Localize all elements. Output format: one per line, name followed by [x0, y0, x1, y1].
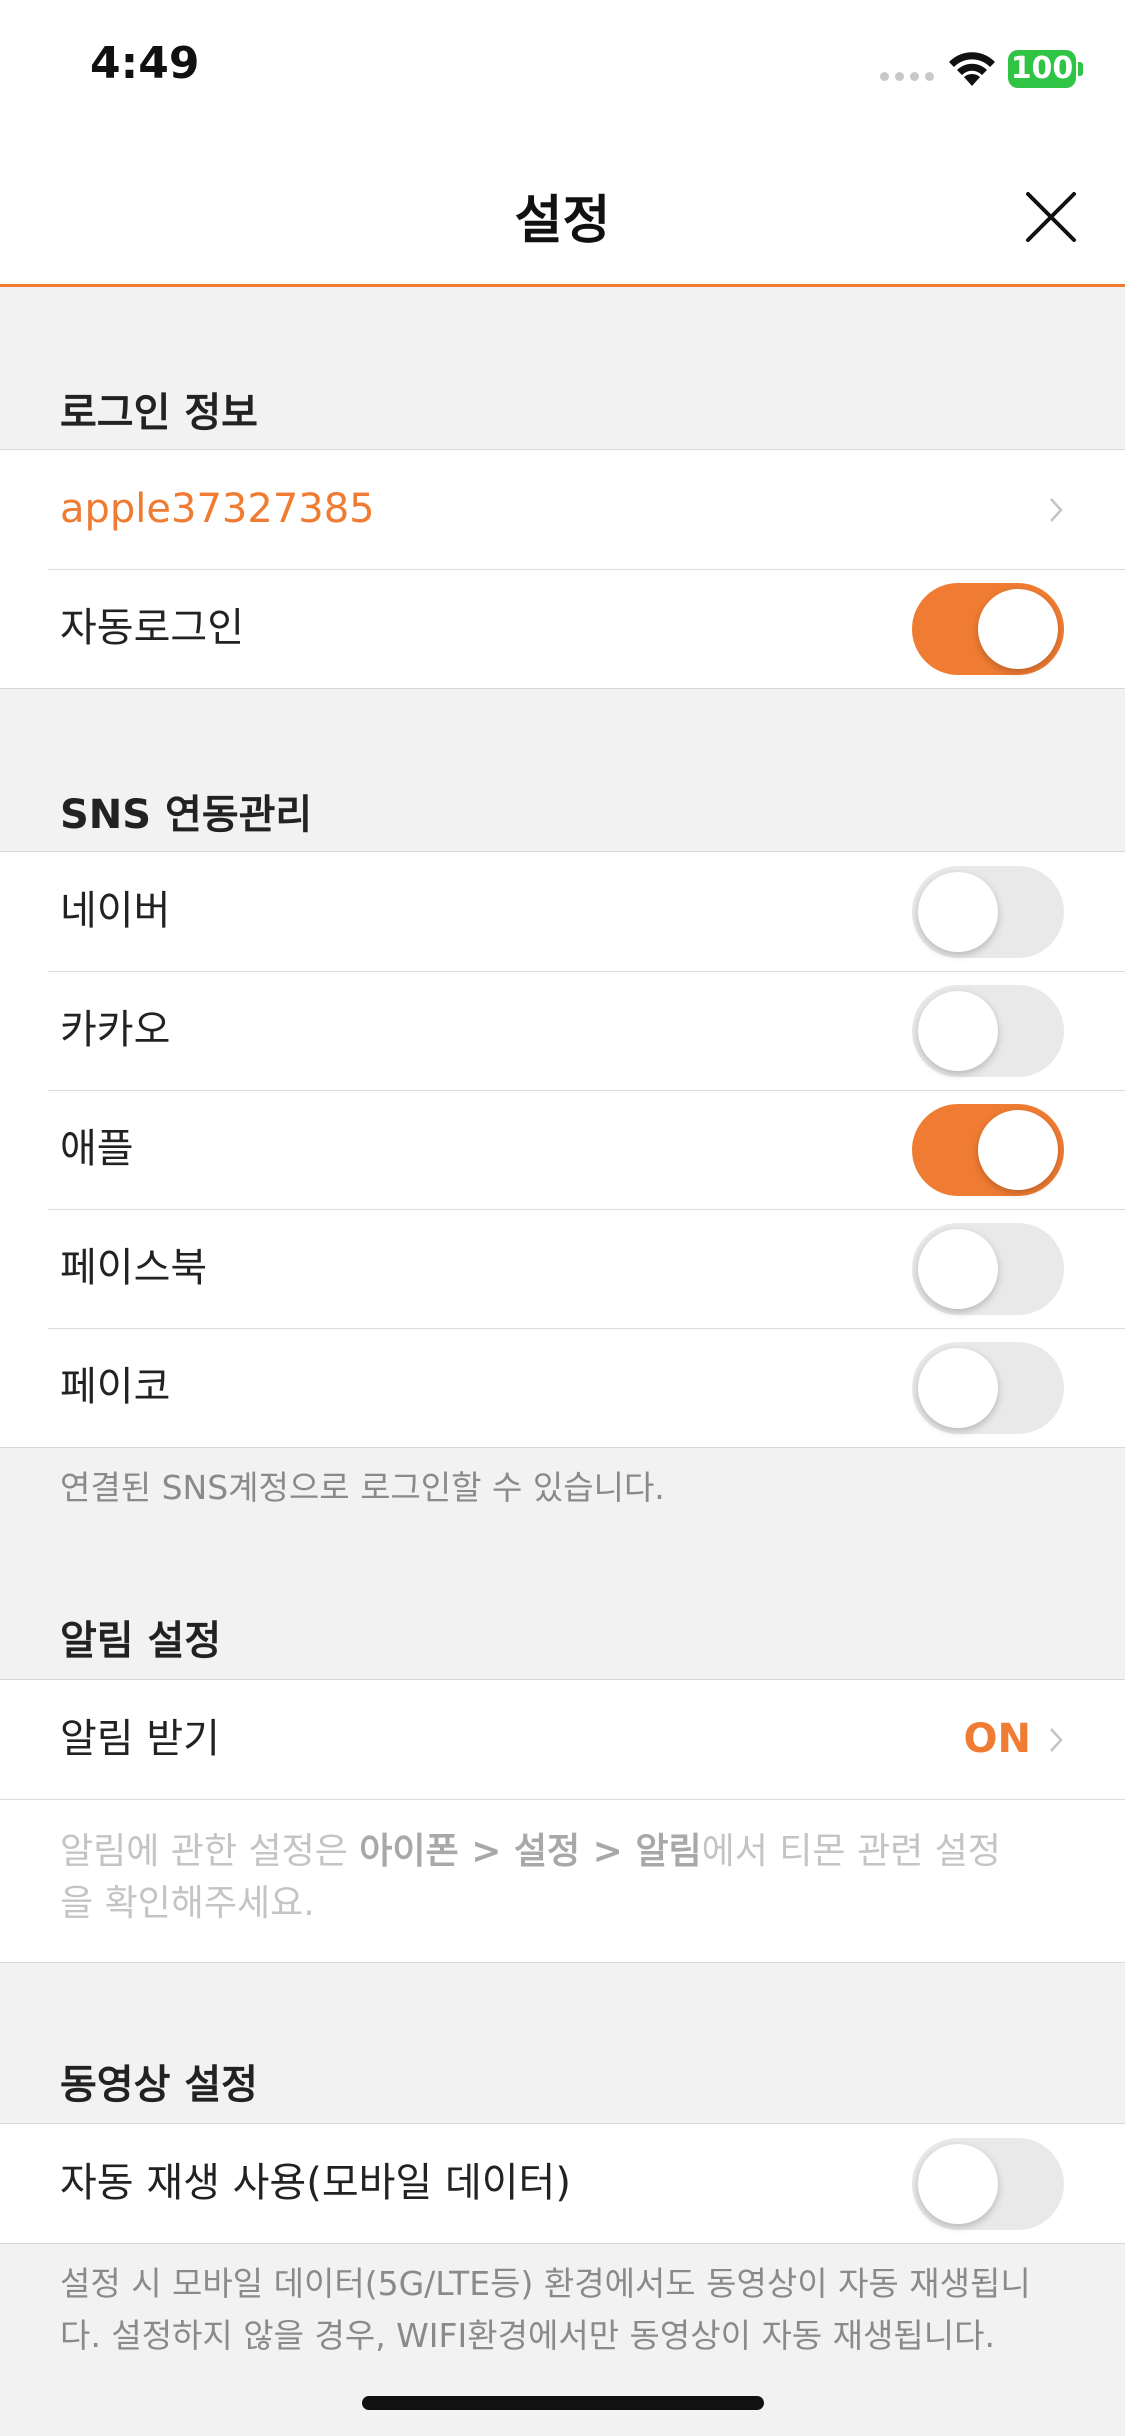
section-header-video: 동영상 설정 — [60, 2062, 258, 2108]
sns-label: 애플 — [60, 1126, 134, 1172]
home-indicator — [362, 2396, 764, 2410]
sns-label: 페이스북 — [60, 1245, 208, 1291]
sns-note: 연결된 SNS계정으로 로그인할 수 있습니다. — [60, 1468, 665, 1507]
toggle-knob — [918, 991, 998, 1071]
sns-row-facebook: 페이스북 — [0, 1209, 1125, 1328]
notification-note: 알림에 관한 설정은 아이폰 > 설정 > 알림에서 티몬 관련 설정을 확인해… — [60, 1831, 1001, 1924]
autoplay-label: 자동 재생 사용(모바일 데이터) — [60, 2160, 571, 2206]
wifi-icon — [949, 52, 995, 86]
sns-naver-toggle[interactable] — [912, 866, 1064, 958]
battery-icon: 100 — [1008, 50, 1076, 88]
page-title: 설정 — [514, 191, 611, 251]
chevron-right-icon — [1050, 1728, 1063, 1752]
sns-facebook-toggle[interactable] — [912, 1223, 1064, 1315]
sns-payco-toggle[interactable] — [912, 1342, 1064, 1434]
autoplay-toggle[interactable] — [912, 2138, 1064, 2230]
toggle-knob — [978, 1110, 1058, 1190]
section-header-sns: SNS 연동관리 — [60, 792, 313, 838]
sns-label: 페이코 — [60, 1364, 171, 1410]
sns-kakao-toggle[interactable] — [912, 985, 1064, 1077]
toggle-knob — [978, 589, 1058, 669]
sns-apple-toggle[interactable] — [912, 1104, 1064, 1196]
autoplay-row: 자동 재생 사용(모바일 데이터) — [0, 2124, 1125, 2243]
video-group: 자동 재생 사용(모바일 데이터) — [0, 2123, 1125, 2244]
battery-tip — [1078, 62, 1083, 76]
toggle-knob — [918, 1348, 998, 1428]
toggle-knob — [918, 872, 998, 952]
sns-label: 네이버 — [60, 888, 171, 934]
receive-notification-row[interactable]: 알림 받기 ON — [0, 1680, 1125, 1799]
sns-row-kakao: 카카오 — [0, 971, 1125, 1090]
auto-login-row: 자동로그인 — [0, 569, 1125, 688]
login-group: apple37327385 자동로그인 — [0, 449, 1125, 689]
section-header-notification: 알림 설정 — [60, 1618, 222, 1664]
receive-notification-label: 알림 받기 — [60, 1716, 220, 1762]
sns-row-naver: 네이버 — [0, 852, 1125, 971]
sns-row-payco: 페이코 — [0, 1328, 1125, 1447]
close-icon[interactable] — [1016, 182, 1086, 252]
navigation-bar: 설정 — [0, 140, 1125, 287]
auto-login-label: 자동로그인 — [60, 605, 244, 651]
sns-row-apple: 애플 — [0, 1090, 1125, 1209]
account-row[interactable]: apple37327385 — [0, 450, 1125, 569]
notification-status-value: ON — [963, 1716, 1031, 1762]
notification-note-path: 아이폰 > 설정 > 알림 — [359, 1831, 702, 1872]
chevron-right-icon — [1050, 498, 1063, 522]
sns-group: 네이버 카카오 애플 페이스북 페이코 — [0, 851, 1125, 1448]
auto-login-toggle[interactable] — [912, 583, 1064, 675]
section-header-login: 로그인 정보 — [60, 390, 258, 436]
cellular-signal-icon — [880, 72, 934, 81]
toggle-knob — [918, 2144, 998, 2224]
sns-label: 카카오 — [60, 1007, 171, 1053]
status-time: 4:49 — [90, 38, 200, 89]
status-bar: 4:49 100 — [0, 0, 1125, 140]
notification-group: 알림 받기 ON 알림에 관한 설정은 아이폰 > 설정 > 알림에서 티몬 관… — [0, 1679, 1125, 1963]
video-note: 설정 시 모바일 데이터(5G/LTE등) 환경에서도 동영상이 자동 재생됩니… — [60, 2264, 1031, 2355]
toggle-knob — [918, 1229, 998, 1309]
account-id: apple37327385 — [60, 486, 375, 532]
